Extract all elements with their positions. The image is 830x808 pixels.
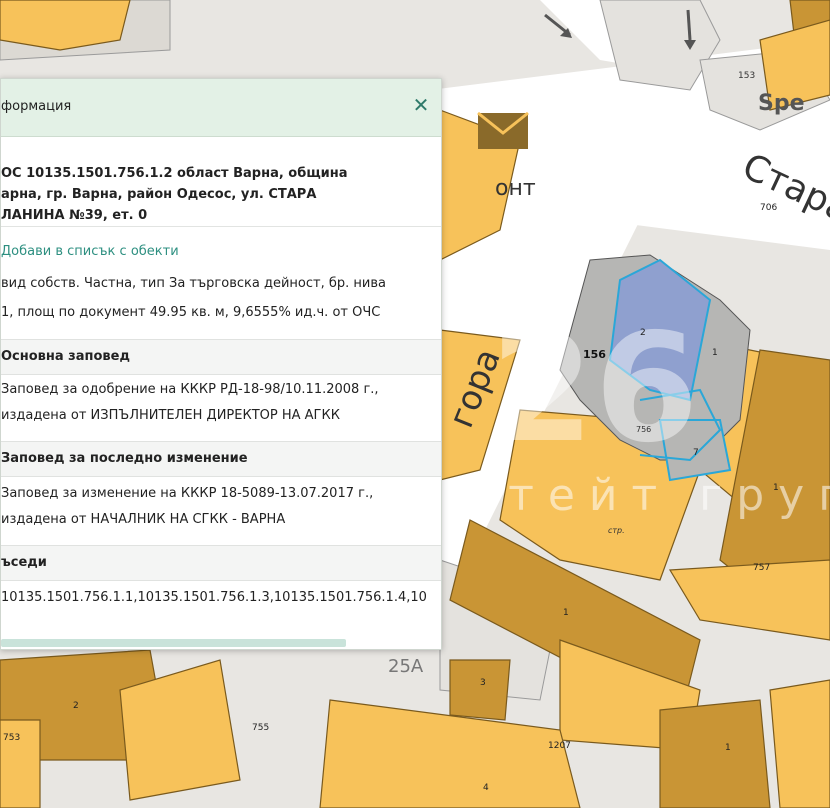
section-last-change: Заповед за последно изменение: [1, 441, 441, 477]
mail-icon: [477, 111, 529, 149]
section-neighbors: ъседи: [1, 545, 441, 581]
watermark-logo: 26: [490, 302, 699, 476]
spe-label: Spe: [758, 91, 805, 116]
order-line: Заповед за одобрение на КККР РД-18-98/10…: [1, 382, 379, 397]
building: [769, 679, 830, 808]
details-line: вид собств. Частна, тип За търговска дей…: [1, 276, 386, 291]
parcel-label: 756: [636, 425, 651, 434]
address-line: арна, гр. Варна, район Одесос, ул. СТАРА: [1, 187, 317, 202]
panel-title: формация: [1, 99, 72, 114]
section-heading: Заповед за последно изменение: [1, 451, 248, 466]
parcel-label: 1: [773, 483, 779, 493]
change-line: Заповед за изменение на КККР 18-5089-13.…: [1, 486, 374, 501]
street-partial-label: онт: [495, 176, 536, 201]
parcel-label: 706: [760, 203, 777, 213]
neighbors-line[interactable]: 10135.1501.756.1.1,10135.1501.756.1.3,10…: [1, 587, 441, 608]
section-main-order: Основна заповед: [1, 339, 441, 375]
parcel-label: 753: [3, 733, 20, 743]
section-heading: Основна заповед: [1, 349, 130, 364]
info-panel: формация ✕ ОС 10135.1501.756.1.2 област …: [0, 78, 442, 650]
panel-header: формация ✕: [1, 79, 441, 137]
parcel-label: 1: [712, 348, 718, 358]
parcel-label: 1207: [548, 741, 571, 751]
parcel-label: 2: [73, 701, 79, 711]
order-line: издадена от ИЗПЪЛНИТЕЛЕН ДИРЕКТОР НА АГК…: [1, 408, 340, 423]
change-line: издадена от НАЧАЛНИК НА СГКК - ВАРНА: [1, 512, 286, 527]
parcel-label: 3: [480, 678, 486, 688]
parcel-label: 2: [640, 328, 646, 338]
parcel-label: 7: [693, 448, 699, 458]
close-icon[interactable]: ✕: [411, 95, 431, 115]
parcel-label: 156: [583, 348, 606, 361]
add-to-list-link[interactable]: Добави в списък с обекти: [1, 244, 441, 259]
parcel-label: 25А: [388, 656, 424, 677]
horizontal-scrollbar[interactable]: [1, 639, 346, 647]
parcel-label: 4: [483, 783, 489, 793]
divider: [1, 226, 441, 227]
section-heading: ъседи: [1, 555, 47, 570]
parcel-label: 755: [252, 723, 269, 733]
address-line: ЛАНИНА №39, ет. 0: [1, 208, 148, 223]
address-line: ОС 10135.1501.756.1.2 област Варна, общи…: [1, 166, 348, 181]
parcel-label: 1: [725, 743, 731, 753]
building: [659, 699, 771, 808]
parcel-label: 1: [563, 608, 569, 618]
parcel-label: 757: [753, 563, 770, 573]
details-line: 1, площ по документ 49.95 кв. м, 9,6555%…: [1, 305, 381, 320]
building: [449, 659, 511, 721]
number-label: 153: [738, 71, 755, 81]
parcel-label: стр.: [608, 526, 625, 535]
watermark: стейт груп: [470, 470, 830, 521]
